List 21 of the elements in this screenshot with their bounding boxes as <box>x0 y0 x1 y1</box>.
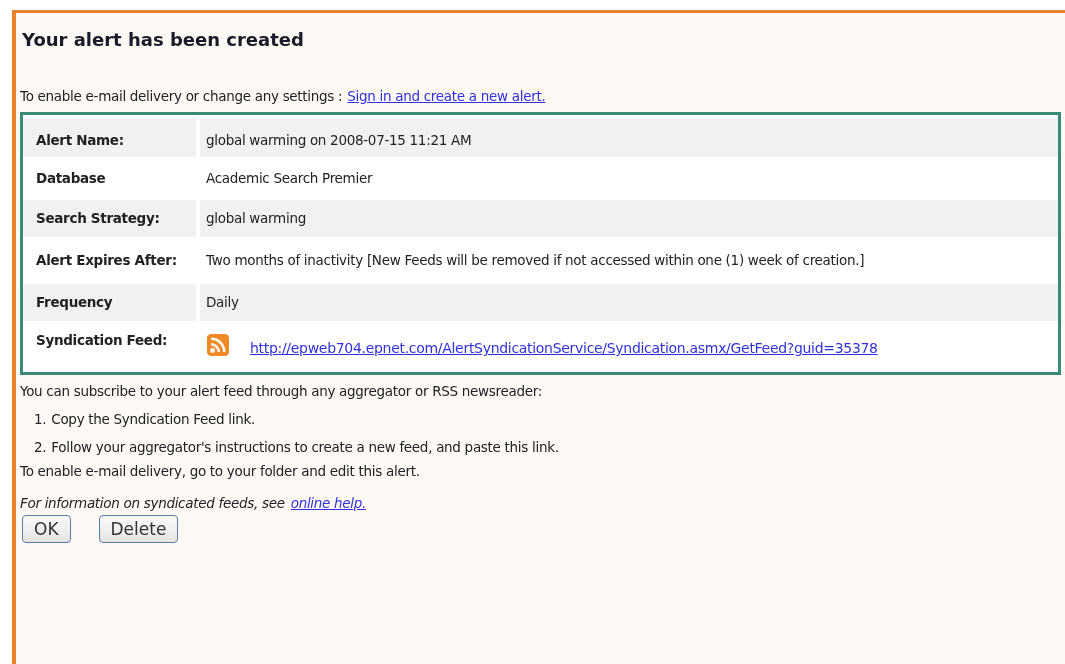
sign-in-link[interactable]: Sign in and create a new alert. <box>347 88 546 104</box>
intro-text: To enable e-mail delivery or change any settings : <box>20 88 343 104</box>
step-number: 1. <box>34 411 47 427</box>
rss-icon <box>206 334 230 356</box>
subscribe-text: You can subscribe to your alert feed through any aggregator or RSS newsreader: <box>20 383 543 399</box>
help-link[interactable]: online help. <box>290 495 366 511</box>
step-text: Follow your aggregator's instructions to create a new feed, and paste this link. <box>51 439 559 455</box>
field-value: Academic Search Premier <box>205 169 374 188</box>
field-value: global warming on 2008-07-15 11:21 AM <box>200 118 1058 157</box>
feed-link[interactable]: http://epweb704.epnet.com/AlertSyndicationService/Syndication.asmx/GetFeed?guid=35378 <box>250 340 878 357</box>
field-label: Syndication Feed: <box>23 324 200 369</box>
step-number: 2. <box>34 439 47 455</box>
step-text: Copy the Syndication Feed link. <box>51 411 255 427</box>
field-value: Two months of inactivity [New Feeds will be removed if not accessed within one (1) week of creation.] <box>205 251 866 270</box>
panel-title: Your alert has been created <box>22 29 304 50</box>
email-text: To enable e-mail delivery, go to your folder and edit this alert. <box>20 463 420 479</box>
field-value: Daily <box>200 284 1058 321</box>
delete-button[interactable]: Delete <box>98 515 179 543</box>
help-text: For information on syndicated feeds, see <box>20 495 285 511</box>
ok-button[interactable]: OK <box>22 515 71 543</box>
field-value: global warming <box>200 200 1058 237</box>
